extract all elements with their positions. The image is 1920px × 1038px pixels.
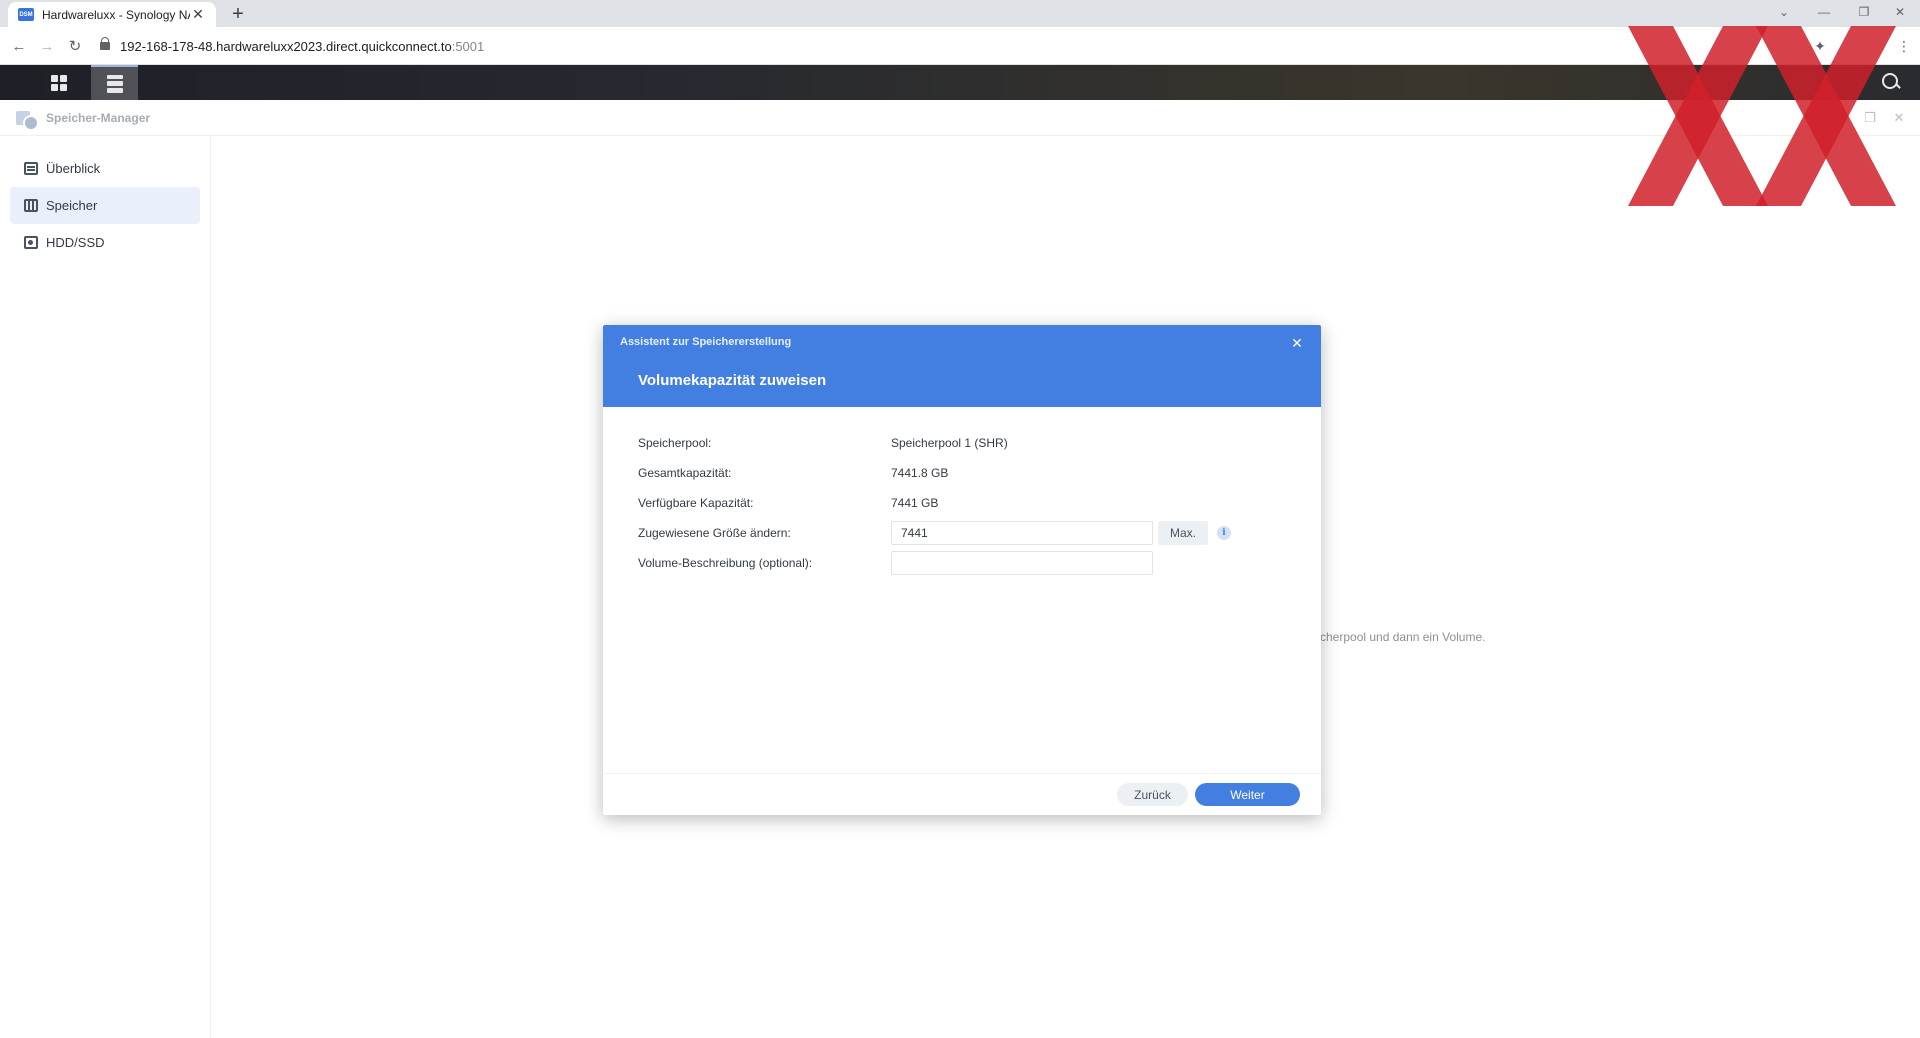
step-title: Volumekapazität zuweisen bbox=[638, 372, 827, 389]
main-menu-button[interactable] bbox=[33, 65, 85, 100]
dsm-favicon-icon: DSM bbox=[18, 8, 34, 21]
max-button[interactable]: Max. bbox=[1158, 521, 1208, 545]
app-title: Speicher-Manager bbox=[46, 110, 151, 125]
restore-icon[interactable]: ❐ bbox=[1844, 0, 1884, 24]
lock-icon bbox=[100, 37, 110, 51]
storage-manager-app-icon bbox=[16, 109, 39, 131]
tab-search-icon[interactable]: ⌄ bbox=[1764, 0, 1804, 24]
url-field[interactable]: 192-168-178-48.hardwareluxx2023.direct.q… bbox=[100, 32, 1660, 60]
menu-icon[interactable]: ⋮ bbox=[1894, 36, 1914, 56]
available-capacity-label: Verfügbare Kapazität: bbox=[638, 496, 754, 510]
dialog-footer: Zurück Weiter bbox=[603, 773, 1321, 815]
main-menu-icon bbox=[51, 74, 67, 91]
sidebar: Überblick Speicher HDD/SSD bbox=[0, 136, 211, 1038]
url-port: :5001 bbox=[451, 38, 485, 54]
dialog-close-icon[interactable]: ✕ bbox=[1289, 335, 1305, 351]
sidebar-item-label: HDD/SSD bbox=[46, 235, 105, 250]
tab-close-icon[interactable]: ✕ bbox=[190, 6, 206, 23]
total-capacity-row: Gesamtkapazität: 7441.8 GB bbox=[638, 461, 1298, 485]
hardwareluxx-logo-icon bbox=[1628, 26, 1896, 206]
storage-icon bbox=[24, 199, 38, 212]
url-host: 192-168-178-48.hardwareluxx2023.direct.q… bbox=[120, 38, 452, 54]
back-button[interactable]: Zurück bbox=[1117, 783, 1188, 806]
wizard-title: Assistent zur Speichererstellung bbox=[620, 336, 792, 348]
browser-tab-bar: DSM Hardwareluxx - Synology NAS ✕ + ⌄ — … bbox=[0, 0, 1920, 27]
window-close-icon[interactable]: ✕ bbox=[1880, 0, 1920, 24]
empty-state-hint: cherpool und dann ein Volume. bbox=[1320, 630, 1486, 644]
overview-icon bbox=[24, 162, 38, 175]
dialog-header: Assistent zur Speichererstellung Volumek… bbox=[603, 325, 1321, 407]
storage-wizard-dialog: Assistent zur Speichererstellung Volumek… bbox=[603, 325, 1321, 815]
available-capacity-value: 7441 GB bbox=[891, 496, 939, 510]
back-icon[interactable]: ← bbox=[8, 35, 30, 57]
forward-icon[interactable]: → bbox=[36, 35, 58, 57]
pool-label: Speicherpool: bbox=[638, 436, 712, 450]
description-input[interactable] bbox=[891, 551, 1153, 575]
description-row: Volume-Beschreibung (optional): bbox=[638, 551, 1298, 575]
browser-tab[interactable]: DSM Hardwareluxx - Synology NAS ✕ bbox=[8, 2, 216, 27]
available-capacity-row: Verfügbare Kapazität: 7441 GB bbox=[638, 491, 1298, 515]
info-icon[interactable]: i bbox=[1217, 526, 1231, 540]
new-tab-icon[interactable]: + bbox=[226, 3, 250, 25]
sidebar-item-label: Speicher bbox=[46, 198, 98, 213]
disk-icon bbox=[24, 236, 38, 249]
tab-title: Hardwareluxx - Synology NAS bbox=[42, 7, 190, 22]
minimize-icon[interactable]: — bbox=[1804, 0, 1844, 24]
allocated-size-label: Zugewiesene Größe ändern: bbox=[638, 526, 791, 540]
allocated-size-input[interactable] bbox=[891, 521, 1153, 545]
reload-icon[interactable]: ↻ bbox=[64, 35, 86, 57]
sidebar-item-overview[interactable]: Überblick bbox=[10, 150, 200, 187]
storage-manager-taskbar-button[interactable] bbox=[91, 65, 138, 100]
allocated-size-row: Zugewiesene Größe ändern: Max. i bbox=[638, 521, 1298, 545]
total-capacity-label: Gesamtkapazität: bbox=[638, 466, 732, 480]
pool-row: Speicherpool: Speicherpool 1 (SHR) bbox=[638, 431, 1298, 455]
storage-manager-icon bbox=[106, 74, 123, 93]
next-button[interactable]: Weiter bbox=[1195, 783, 1300, 806]
sidebar-item-label: Überblick bbox=[46, 161, 101, 176]
description-label: Volume-Beschreibung (optional): bbox=[638, 556, 813, 570]
pool-value: Speicherpool 1 (SHR) bbox=[891, 436, 1008, 450]
sidebar-item-storage[interactable]: Speicher bbox=[10, 187, 200, 224]
sidebar-item-hdd-ssd[interactable]: HDD/SSD bbox=[10, 224, 200, 261]
total-capacity-value: 7441.8 GB bbox=[891, 466, 949, 480]
